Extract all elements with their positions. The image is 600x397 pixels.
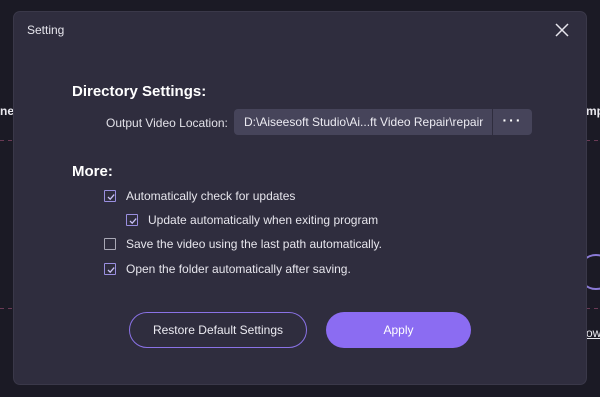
background-divider xyxy=(0,308,14,309)
option-label: Automatically check for updates xyxy=(126,189,296,203)
option-open-folder[interactable]: Open the folder automatically after savi… xyxy=(104,262,351,276)
option-save-last-path[interactable]: Save the video using the last path autom… xyxy=(104,237,382,251)
directory-settings-heading: Directory Settings: xyxy=(72,83,207,100)
restore-defaults-button[interactable]: Restore Default Settings xyxy=(129,312,307,348)
option-label: Update automatically when exiting progra… xyxy=(148,213,379,227)
checkbox-checked-icon[interactable] xyxy=(104,263,116,275)
background-divider xyxy=(0,140,14,141)
more-heading: More: xyxy=(72,163,113,180)
option-label: Open the folder automatically after savi… xyxy=(126,262,351,276)
apply-button[interactable]: Apply xyxy=(326,312,471,348)
option-check-updates[interactable]: Automatically check for updates xyxy=(104,189,295,203)
settings-dialog: Setting Directory Settings: Output Video… xyxy=(14,12,586,384)
dialog-title: Setting xyxy=(27,23,65,37)
background-divider xyxy=(586,308,600,309)
option-update-on-exit[interactable]: Update automatically when exiting progra… xyxy=(126,213,378,227)
output-location-label: Output Video Location: xyxy=(106,116,228,130)
close-icon[interactable] xyxy=(552,20,572,40)
checkbox-checked-icon[interactable] xyxy=(126,214,138,226)
checkbox-checked-icon[interactable] xyxy=(104,190,116,202)
background-text-right: mp xyxy=(586,104,600,118)
background-divider xyxy=(586,140,600,141)
background-link-text: ow xyxy=(586,326,600,340)
checkbox-unchecked-icon[interactable] xyxy=(104,238,116,250)
option-label: Save the video using the last path autom… xyxy=(126,237,382,251)
background-text-left: ne xyxy=(0,104,15,118)
output-path-value: D:\Aiseesoft Studio\Ai...ft Video Repair… xyxy=(244,115,484,129)
output-path-field[interactable]: D:\Aiseesoft Studio\Ai...ft Video Repair… xyxy=(234,109,532,135)
browse-button[interactable]: ··· xyxy=(492,109,532,135)
